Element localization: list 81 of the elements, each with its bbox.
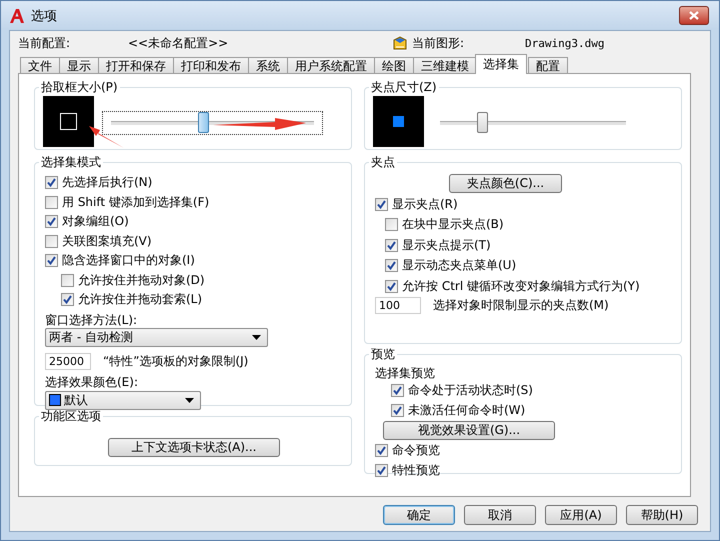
- checkbox[interactable]: [385, 280, 398, 293]
- checkbox-label[interactable]: 允许按住并拖动对象(D): [78, 272, 205, 289]
- drawing-file-icon: [392, 35, 408, 51]
- checkbox-label[interactable]: 允许按住并拖动套索(L): [78, 291, 202, 308]
- checkbox-label[interactable]: 特性预览: [392, 462, 440, 479]
- checkbox[interactable]: [375, 198, 388, 211]
- number-field[interactable]: 100: [375, 296, 421, 314]
- profile-label: 当前配置:: [18, 34, 72, 52]
- checkbox-label[interactable]: 显示夹点(R): [392, 196, 458, 213]
- tab[interactable]: 显示: [59, 57, 99, 74]
- close-button[interactable]: [679, 6, 709, 25]
- group-title: 选择集模式: [40, 154, 102, 171]
- slider[interactable]: [440, 112, 626, 134]
- color-swatch: [49, 394, 61, 406]
- field-label: 窗口选择方法(L):: [45, 312, 138, 328]
- dropdown[interactable]: 两者 - 自动检测: [45, 328, 268, 346]
- checkbox[interactable]: [385, 238, 398, 252]
- checkbox-label[interactable]: 用 Shift 键添加到选择集(F): [62, 194, 210, 211]
- checkbox[interactable]: [45, 196, 58, 209]
- tab[interactable]: 打开和保存: [98, 57, 174, 74]
- checkbox-label[interactable]: 命令处于活动状态时(S): [408, 382, 533, 400]
- button[interactable]: 帮助(H): [626, 505, 698, 525]
- checkbox-label[interactable]: 隐含选择窗口中的对象(I): [62, 252, 195, 270]
- window-title: 选项: [31, 8, 58, 24]
- checkbox[interactable]: [391, 404, 404, 417]
- button[interactable]: 夹点颜色(C)...: [449, 174, 562, 193]
- button[interactable]: 取消: [464, 505, 536, 525]
- section-label: 选择集预览: [375, 365, 436, 381]
- checkbox[interactable]: [391, 384, 404, 398]
- profile-name: <<未命名配置>>: [128, 34, 230, 52]
- dropdown[interactable]: 默认: [45, 390, 201, 410]
- group-title: 夹点尺寸(Z): [370, 79, 438, 96]
- field-label: 选择效果颜色(E):: [45, 374, 139, 390]
- number-field[interactable]: 25000: [45, 352, 91, 370]
- drawing-name: Drawing3.dwg: [525, 36, 604, 50]
- checkbox[interactable]: [385, 218, 398, 232]
- pickbox-square: [60, 113, 77, 130]
- button[interactable]: 应用(A): [545, 505, 617, 525]
- checkbox[interactable]: [375, 464, 388, 477]
- close-icon: [689, 11, 699, 20]
- field-label: 选择对象时限制显示的夹点数(M): [433, 296, 609, 314]
- caret-icon: [185, 398, 194, 402]
- slider-thumb[interactable]: [198, 112, 210, 132]
- checkbox-label[interactable]: 命令预览: [392, 442, 440, 460]
- grip-square: [393, 116, 404, 127]
- button[interactable]: 上下文选项卡状态(A)...: [108, 438, 280, 457]
- drawing-label: 当前图形:: [412, 34, 466, 52]
- field-label: “特性”选项板的对象限制(J): [103, 352, 248, 370]
- checkbox[interactable]: [45, 215, 58, 228]
- checkbox[interactable]: [45, 234, 58, 248]
- group-title: 功能区选项: [40, 408, 102, 425]
- checkbox-label[interactable]: 关联图案填充(V): [62, 232, 152, 250]
- checkbox[interactable]: [61, 274, 74, 287]
- checkbox-label[interactable]: 显示动态夹点菜单(U): [402, 257, 516, 274]
- checkbox[interactable]: [45, 254, 58, 268]
- tab[interactable]: 绘图: [374, 57, 414, 74]
- slider-thumb[interactable]: [476, 112, 488, 132]
- app-logo-icon: [9, 8, 25, 24]
- checkbox[interactable]: [375, 444, 388, 458]
- group-title: 预览: [370, 346, 396, 363]
- checkbox-label[interactable]: 对象编组(O): [62, 213, 129, 230]
- checkbox-label[interactable]: 显示夹点提示(T): [402, 236, 491, 254]
- checkbox-label[interactable]: 在块中显示夹点(B): [402, 216, 504, 234]
- checkbox[interactable]: [61, 293, 74, 306]
- button[interactable]: 确定: [383, 505, 455, 525]
- tab[interactable]: 配置: [528, 57, 568, 74]
- tab[interactable]: 三维建模: [413, 57, 477, 74]
- group-title: 夹点: [370, 154, 396, 171]
- tab[interactable]: 用户系统配置: [287, 57, 375, 74]
- checkbox-label[interactable]: 先选择后执行(N): [62, 174, 152, 192]
- group-title: 拾取框大小(P): [40, 79, 119, 96]
- caret-icon: [252, 334, 261, 340]
- checkbox[interactable]: [385, 259, 398, 272]
- checkbox-label[interactable]: 允许按 Ctrl 键循环改变对象编辑方式行为(Y): [402, 278, 640, 295]
- checkbox-label[interactable]: 未激活任何命令时(W): [408, 402, 526, 419]
- tab[interactable]: 系统: [248, 57, 288, 74]
- button[interactable]: 视觉效果设置(G)...: [383, 421, 555, 440]
- tab[interactable]: 选择集: [475, 54, 527, 74]
- checkbox[interactable]: [45, 176, 58, 190]
- tab[interactable]: 打印和发布: [173, 57, 249, 74]
- tab[interactable]: 文件: [20, 57, 60, 74]
